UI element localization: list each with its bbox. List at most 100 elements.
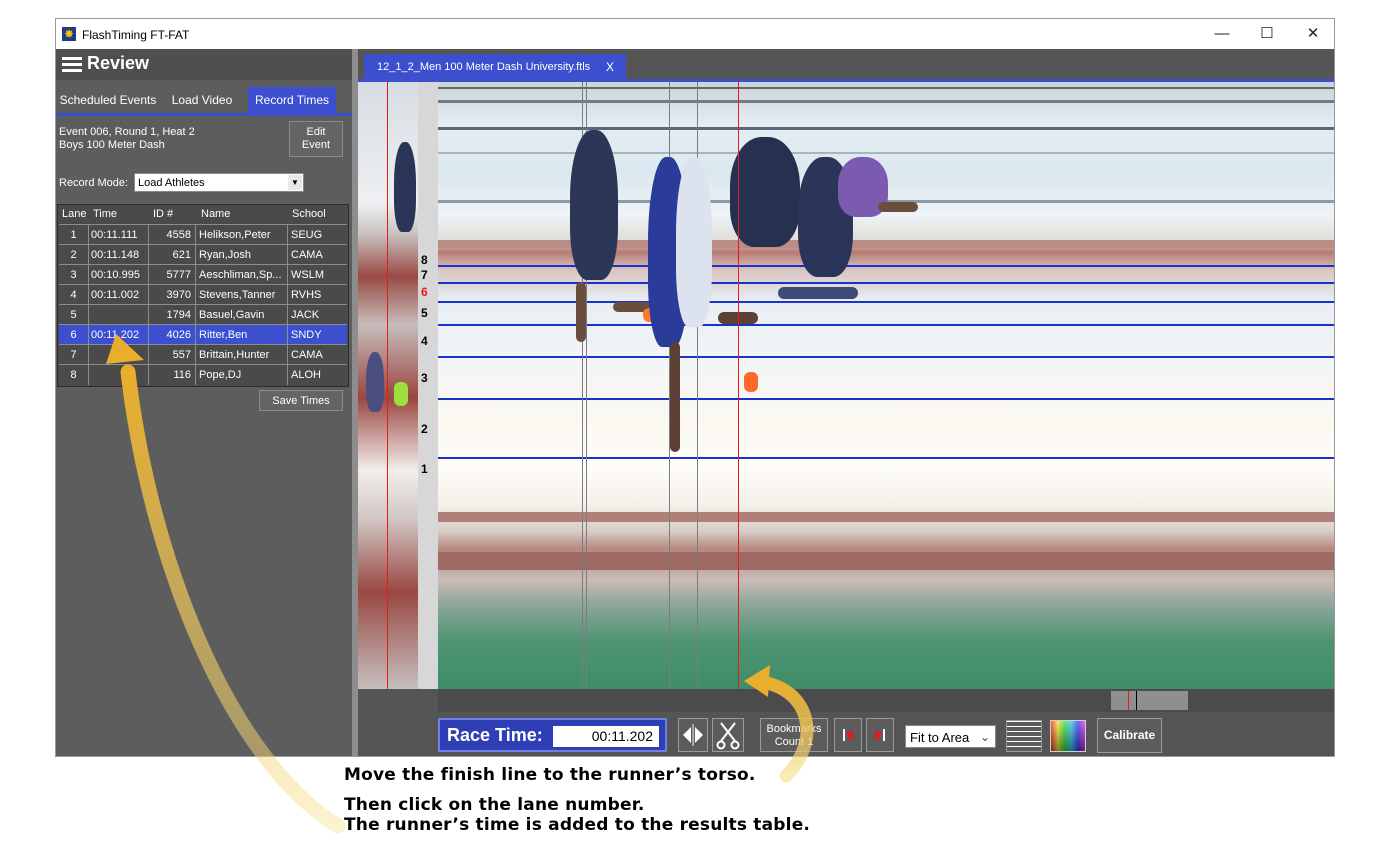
name-cell: Stevens,Tanner — [199, 289, 276, 301]
zoom-fit-select[interactable]: Fit to Area ⌄ — [905, 725, 996, 748]
timeline-scrollbar[interactable] — [438, 689, 1334, 712]
column-header-name: Name — [201, 208, 231, 220]
school-cell: ALOH — [291, 369, 321, 381]
results-table: Lane Time ID # Name School 1 00:11.111 4… — [57, 204, 349, 387]
prev-bookmark-icon[interactable] — [834, 718, 862, 752]
table-row[interactable]: 5 1794 Basuel,Gavin JACK — [59, 304, 347, 325]
scissors-icon[interactable] — [712, 718, 744, 752]
runner — [730, 137, 800, 247]
next-bookmark-icon[interactable] — [866, 718, 894, 752]
file-tab[interactable]: 12_1_2_Men 100 Meter Dash University.ftl… — [364, 54, 626, 81]
edit-event-button[interactable]: Edit Event — [289, 121, 343, 157]
tab-load-video[interactable]: Load Video — [162, 87, 242, 113]
color-adjust-icon[interactable] — [1050, 720, 1086, 752]
id-cell: 116 — [173, 369, 191, 381]
lane-divider — [438, 398, 1334, 400]
name-cell: Ryan,Josh — [199, 249, 251, 261]
overview-thumbnail[interactable] — [358, 82, 418, 689]
hamburger-menu-icon[interactable] — [62, 57, 82, 73]
lane-number-6[interactable]: 6 — [421, 285, 428, 299]
bookmarks-button[interactable]: Bookmarks Count 1 — [760, 718, 828, 752]
table-row[interactable]: 1 00:11.111 4558 Helikson,Peter SEUG — [59, 224, 347, 245]
photo-streak — [438, 152, 1334, 154]
lane-divider — [438, 457, 1334, 459]
column-header-lane: Lane — [62, 208, 87, 220]
name-cell: Ritter,Ben — [199, 329, 248, 341]
lane-cell: 5 — [70, 309, 77, 321]
event-name: Boys 100 Meter Dash — [59, 139, 165, 151]
close-button[interactable]: ✕ — [1290, 19, 1334, 49]
table-row[interactable]: 3 00:10.995 5777 Aeschliman,Sp... WSLM — [59, 264, 347, 285]
table-row[interactable]: 8 116 Pope,DJ ALOH — [59, 364, 347, 385]
panel-title: Review — [87, 53, 150, 73]
record-mode-select[interactable]: Load Athletes ▼ — [134, 173, 304, 192]
finish-line-photo[interactable] — [438, 82, 1334, 689]
school-cell: WSLM — [291, 269, 324, 281]
app-logo-icon: ✸ — [62, 27, 76, 41]
name-cell: Basuel,Gavin — [199, 309, 265, 321]
lane-number-1[interactable]: 1 — [421, 462, 428, 476]
edit-event-label-2: Event — [301, 139, 331, 151]
name-cell: Pope,DJ — [199, 369, 242, 381]
finish-line-marker[interactable] — [738, 82, 739, 689]
id-cell: 621 — [172, 249, 191, 261]
photo-viewer: 12_1_2_Men 100 Meter Dash University.ftl… — [358, 49, 1334, 756]
minimize-button[interactable]: — — [1199, 19, 1245, 49]
table-row-selected[interactable]: 6 00:11.202 4026 Ritter,Ben SNDY — [59, 324, 347, 345]
school-cell: RVHS — [291, 289, 322, 301]
tab-record-times[interactable]: Record Times — [248, 87, 336, 113]
thumbnail-runner — [394, 142, 416, 232]
time-cell: 00:11.002 — [91, 289, 140, 301]
lane-number-8[interactable]: 8 — [421, 253, 428, 267]
dropdown-arrow-icon[interactable]: ▼ — [288, 175, 302, 190]
instruction-line-3: The runner’s time is added to the result… — [344, 815, 811, 835]
scroll-position-marker — [1136, 691, 1137, 710]
school-cell: SNDY — [291, 329, 322, 341]
school-cell: CAMA — [291, 349, 323, 361]
table-row[interactable]: 2 00:11.148 621 Ryan,Josh CAMA — [59, 244, 347, 265]
save-times-button[interactable]: Save Times — [259, 390, 343, 411]
chevron-down-icon: ⌄ — [979, 730, 990, 744]
table-row[interactable]: 7 557 Brittain,Hunter CAMA — [59, 344, 347, 365]
column-header-time: Time — [93, 208, 118, 220]
id-cell: 3970 — [166, 289, 191, 301]
maximize-button[interactable]: ☐ — [1244, 19, 1290, 49]
school-cell: JACK — [291, 309, 320, 321]
photo-streak — [438, 87, 1334, 89]
lane-divider — [438, 301, 1334, 303]
bookmarks-label: Bookmarks — [766, 723, 822, 735]
race-time-label: Race Time: — [447, 725, 543, 745]
lane-cell: 4 — [70, 289, 77, 301]
calibrate-button[interactable]: Calibrate — [1097, 718, 1162, 753]
time-cell: 00:11.148 — [91, 249, 140, 261]
lane-divider — [438, 282, 1334, 284]
move-line-icon[interactable] — [678, 718, 708, 752]
tab-scheduled-events[interactable]: Scheduled Events — [56, 87, 160, 113]
lane-number-3[interactable]: 3 — [421, 371, 428, 385]
bookmarks-count: Count 1 — [774, 736, 814, 748]
runner-arm — [878, 202, 918, 212]
id-cell: 5777 — [166, 269, 191, 281]
close-tab-icon[interactable]: X — [606, 54, 614, 81]
lane-lines-toggle-icon[interactable] — [1006, 720, 1042, 752]
scrollbar-thumb[interactable] — [1111, 691, 1188, 710]
table-row[interactable]: 4 00:11.002 3970 Stevens,Tanner RVHS — [59, 284, 347, 305]
lane-cell: 1 — [70, 229, 77, 241]
window-title: FlashTiming FT-FAT — [82, 28, 190, 42]
race-time-panel: Race Time: 00:11.202 — [438, 718, 667, 752]
lane-number-2[interactable]: 2 — [421, 422, 428, 436]
instruction-line-2: Then click on the lane number. — [344, 795, 645, 815]
toolbar: Race Time: 00:11.202 Bookmarks Count 1 F… — [438, 717, 1334, 755]
record-mode-value: Load Athletes — [138, 177, 205, 189]
app-window: ✸ FlashTiming FT-FAT — ☐ ✕ Review Schedu… — [55, 18, 1335, 757]
lane-cell: 8 — [70, 369, 77, 381]
scroll-finish-marker — [1128, 691, 1129, 710]
thumbnail-finish-line — [387, 82, 388, 689]
race-time-field[interactable]: 00:11.202 — [553, 726, 659, 747]
lane-number-5[interactable]: 5 — [421, 306, 428, 320]
lane-number-7[interactable]: 7 — [421, 268, 428, 282]
id-cell: 1794 — [166, 309, 191, 321]
runner-leg — [670, 342, 680, 452]
lane-number-4[interactable]: 4 — [421, 334, 428, 348]
lane-divider — [438, 324, 1334, 326]
